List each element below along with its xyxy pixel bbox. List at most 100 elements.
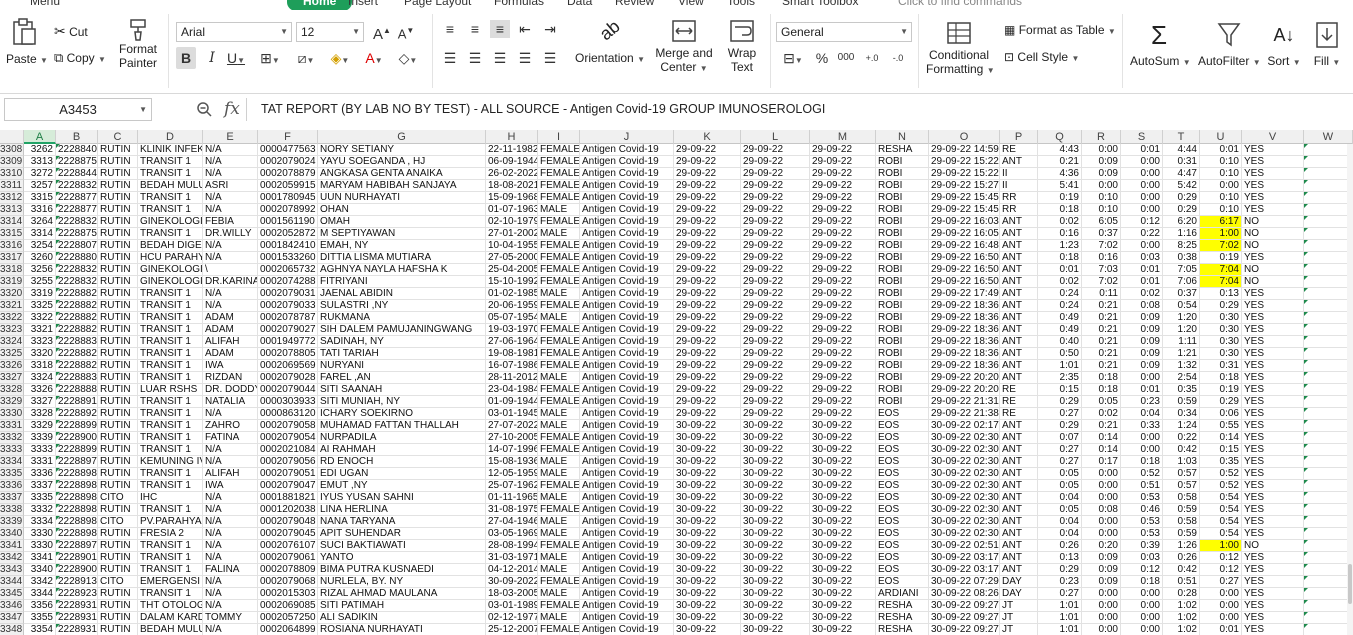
cell-i[interactable]: FEMALE xyxy=(538,444,580,456)
cell-c[interactable]: RUTIN xyxy=(98,336,138,348)
cell-w[interactable] xyxy=(1304,528,1353,540)
cell-m[interactable]: 29-09-22 xyxy=(810,300,876,312)
cell-m[interactable]: 29-09-22 xyxy=(810,348,876,360)
cell-t[interactable]: 5:42 xyxy=(1163,180,1200,192)
column-header-b[interactable]: B xyxy=(56,130,98,144)
cell-k[interactable]: 30-09-22 xyxy=(674,600,741,612)
italic-button[interactable]: I xyxy=(202,49,222,67)
cell-e[interactable]: DR.KARINA xyxy=(203,276,258,288)
cell-h[interactable]: 23-04-1984 xyxy=(486,384,538,396)
cell-q[interactable]: 0:02 xyxy=(1038,216,1082,228)
cell-o[interactable]: 29-09-22 21:38 xyxy=(929,408,1000,420)
cell-h[interactable]: 27-05-2000 xyxy=(486,252,538,264)
cell-w[interactable] xyxy=(1304,552,1353,564)
cell-j[interactable]: Antigen Covid-19 xyxy=(580,144,674,156)
cell-r[interactable]: 0:17 xyxy=(1082,456,1121,468)
cell-u[interactable]: 0:00 xyxy=(1200,588,1242,600)
cell-q[interactable]: 0:02 xyxy=(1038,276,1082,288)
cell-r[interactable]: 7:03 xyxy=(1082,264,1121,276)
cell-v[interactable]: YES xyxy=(1242,168,1304,180)
cell-b[interactable]: 22288881 xyxy=(56,384,98,396)
cell-a[interactable]: 3329 xyxy=(24,420,56,432)
cell-u[interactable]: 0:01 xyxy=(1200,624,1242,635)
cell-a[interactable]: 3256 xyxy=(24,264,56,276)
cell-b[interactable]: 22288757 xyxy=(56,228,98,240)
cell-n[interactable]: EOS xyxy=(876,516,929,528)
cell-i[interactable]: MALE xyxy=(538,528,580,540)
cell-l[interactable]: 29-09-22 xyxy=(741,348,810,360)
cell-l[interactable]: 30-09-22 xyxy=(741,588,810,600)
cell-m[interactable]: 30-09-22 xyxy=(810,468,876,480)
column-header-s[interactable]: S xyxy=(1121,130,1163,144)
cell-f[interactable]: 0000303933 xyxy=(258,396,318,408)
cell-b[interactable]: 22288977 xyxy=(56,456,98,468)
cell-k[interactable]: 29-09-22 xyxy=(674,228,741,240)
cell-n[interactable]: ROBI xyxy=(876,240,929,252)
cell-q[interactable]: 1:01 xyxy=(1038,612,1082,624)
cell-q[interactable]: 0:27 xyxy=(1038,444,1082,456)
cell-g[interactable]: TATI TARIAH xyxy=(318,348,486,360)
cell-w[interactable] xyxy=(1304,420,1353,432)
cell-u[interactable]: 0:52 xyxy=(1200,480,1242,492)
cell-j[interactable]: Antigen Covid-19 xyxy=(580,456,674,468)
cell-r[interactable]: 0:09 xyxy=(1082,552,1121,564)
cell-w[interactable] xyxy=(1304,456,1353,468)
cell-s[interactable]: 0:09 xyxy=(1121,336,1163,348)
row-header[interactable]: 3323 xyxy=(0,324,24,336)
cell-m[interactable]: 29-09-22 xyxy=(810,276,876,288)
column-header-i[interactable]: I xyxy=(538,130,580,144)
underline-button[interactable]: U▼ xyxy=(226,49,246,70)
cell-j[interactable]: Antigen Covid-19 xyxy=(580,468,674,480)
cell-o[interactable]: 29-09-22 15:22 xyxy=(929,168,1000,180)
cell-e[interactable]: TOMMY xyxy=(203,612,258,624)
cell-d[interactable]: KEMUNING IV xyxy=(138,456,203,468)
align-bottom-icon[interactable]: ≡ xyxy=(490,20,510,38)
cell-b[interactable]: 22288988 xyxy=(56,480,98,492)
cell-m[interactable]: 29-09-22 xyxy=(810,324,876,336)
cell-c[interactable]: RUTIN xyxy=(98,444,138,456)
cell-n[interactable]: ROBI xyxy=(876,324,929,336)
cell-d[interactable]: PV.PARAHYAI xyxy=(138,516,203,528)
cell-c[interactable]: RUTIN xyxy=(98,564,138,576)
cell-e[interactable]: N/A xyxy=(203,288,258,300)
decrease-indent-icon[interactable]: ⇤ xyxy=(515,20,535,38)
cell-j[interactable]: Antigen Covid-19 xyxy=(580,540,674,552)
cell-r[interactable]: 0:21 xyxy=(1082,348,1121,360)
cell-o[interactable]: 29-09-22 18:36 xyxy=(929,312,1000,324)
cell-q[interactable]: 0:29 xyxy=(1038,420,1082,432)
row-header[interactable]: 3341 xyxy=(0,540,24,552)
cell-a[interactable]: 3322 xyxy=(24,312,56,324)
cell-i[interactable]: FEMALE xyxy=(538,252,580,264)
cell-p[interactable]: ANT xyxy=(1000,300,1038,312)
cell-c[interactable]: RUTIN xyxy=(98,192,138,204)
cell-o[interactable]: 29-09-22 21:31 xyxy=(929,396,1000,408)
cell-o[interactable]: 29-09-22 15:45 xyxy=(929,192,1000,204)
cell-t[interactable]: 0:29 xyxy=(1163,192,1200,204)
cell-d[interactable]: GINEKOLOGI xyxy=(138,264,203,276)
cell-h[interactable]: 19-08-1981 xyxy=(486,348,538,360)
cell-s[interactable]: 0:03 xyxy=(1121,252,1163,264)
cell-g[interactable]: RUKMANA xyxy=(318,312,486,324)
cell-i[interactable]: FEMALE xyxy=(538,276,580,288)
cell-a[interactable]: 3320 xyxy=(24,348,56,360)
cell-g[interactable]: DITTIA LISMA MUTIARA xyxy=(318,252,486,264)
cell-v[interactable]: NO xyxy=(1242,216,1304,228)
cell-u[interactable]: 0:15 xyxy=(1200,444,1242,456)
cell-k[interactable]: 29-09-22 xyxy=(674,384,741,396)
cell-i[interactable]: FEMALE xyxy=(538,600,580,612)
cell-j[interactable]: Antigen Covid-19 xyxy=(580,576,674,588)
cell-i[interactable]: MALE xyxy=(538,492,580,504)
cell-d[interactable]: THT OTOLOGI xyxy=(138,600,203,612)
cell-j[interactable]: Antigen Covid-19 xyxy=(580,252,674,264)
cell-g[interactable]: OMAH xyxy=(318,216,486,228)
name-box[interactable]: A3453 ▼ xyxy=(4,98,152,121)
cell-b[interactable]: 22288826 xyxy=(56,312,98,324)
cell-h[interactable]: 14-07-1996 xyxy=(486,444,538,456)
cell-n[interactable]: ROBI xyxy=(876,372,929,384)
cell-l[interactable]: 30-09-22 xyxy=(741,420,810,432)
cell-n[interactable]: ARDIANI xyxy=(876,588,929,600)
row-header[interactable]: 3330 xyxy=(0,408,24,420)
cell-k[interactable]: 30-09-22 xyxy=(674,432,741,444)
cell-j[interactable]: Antigen Covid-19 xyxy=(580,372,674,384)
cell-s[interactable]: 0:51 xyxy=(1121,480,1163,492)
